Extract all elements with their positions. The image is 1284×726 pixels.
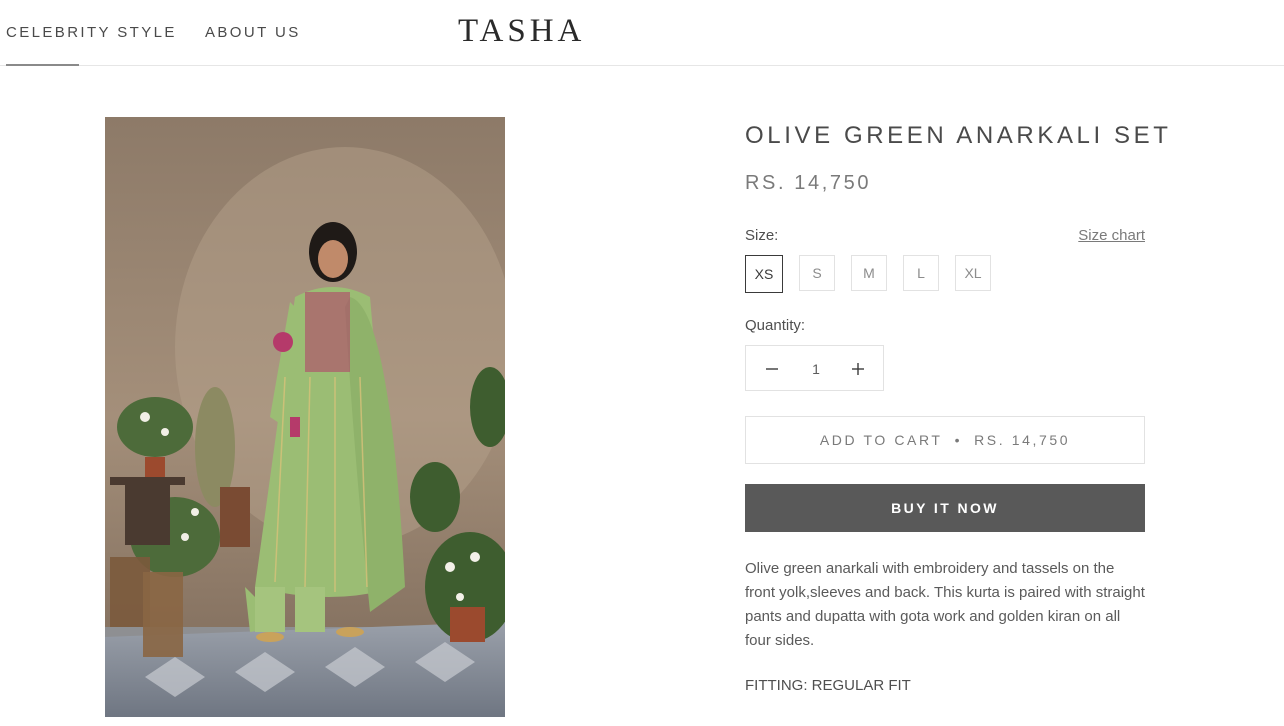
add-to-cart-separator: • <box>954 432 963 448</box>
product-fitting: FITTING: REGULAR FIT <box>745 677 911 694</box>
product-price: RS. 14,750 <box>745 172 872 194</box>
minus-icon <box>766 368 778 370</box>
size-option-xl[interactable]: XL <box>955 255 991 291</box>
plus-icon <box>852 362 864 375</box>
active-nav-underline <box>6 64 79 66</box>
product-description: Olive green anarkali with embroidery and… <box>745 560 1145 649</box>
add-to-cart-price: RS. 14,750 <box>974 432 1071 448</box>
product-page: CELEBRITY STYLE ABOUT US TASHA OLIVE GRE… <box>0 0 1284 726</box>
size-option-m[interactable]: M <box>851 255 887 291</box>
product-image[interactable] <box>105 117 505 717</box>
size-option-xs[interactable]: XS <box>745 255 783 293</box>
site-header: CELEBRITY STYLE ABOUT US TASHA <box>0 0 1284 66</box>
product-title: OLIVE GREEN ANARKALI SET <box>745 122 1172 149</box>
size-label: Size: <box>745 227 779 244</box>
add-to-cart-label: ADD TO CART <box>819 432 943 448</box>
nav-about-us[interactable]: ABOUT US <box>205 24 301 41</box>
nav-celebrity-style[interactable]: CELEBRITY STYLE <box>6 24 177 41</box>
quantity-decrease-button[interactable] <box>752 346 792 390</box>
size-option-s[interactable]: S <box>799 255 835 291</box>
add-to-cart-button[interactable]: ADD TO CART • RS. 14,750 <box>745 416 1145 464</box>
quantity-label: Quantity: <box>745 317 806 334</box>
quantity-input[interactable] <box>794 346 838 392</box>
size-chart-link[interactable]: Size chart <box>1078 227 1145 244</box>
size-option-l[interactable]: L <box>903 255 939 291</box>
quantity-increase-button[interactable] <box>838 346 878 390</box>
quantity-stepper <box>745 345 884 392</box>
buy-it-now-button[interactable]: BUY IT NOW <box>745 484 1145 532</box>
product-photo-illustration <box>105 117 505 717</box>
site-logo[interactable]: TASHA <box>458 13 585 50</box>
